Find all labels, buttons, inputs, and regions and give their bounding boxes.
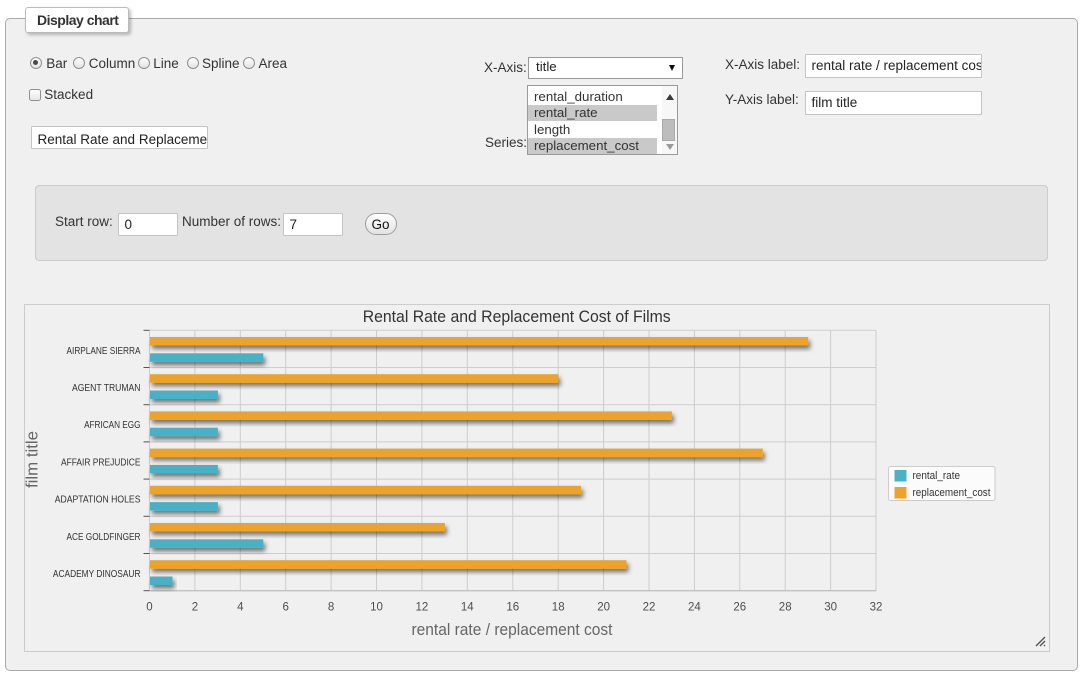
svg-text:rental_rate: rental_rate [913, 470, 961, 482]
svg-text:ACE GOLDFINGER: ACE GOLDFINGER [67, 532, 141, 543]
svg-text:AFRICAN EGG: AFRICAN EGG [84, 420, 141, 431]
svg-text:rental rate / replacement cost: rental rate / replacement cost [412, 621, 613, 639]
svg-text:12: 12 [416, 602, 429, 614]
svg-text:0: 0 [146, 602, 152, 614]
svg-text:10: 10 [370, 602, 383, 614]
svg-text:32: 32 [870, 602, 883, 614]
svg-text:18: 18 [552, 602, 565, 614]
svg-text:2: 2 [192, 602, 198, 614]
svg-text:20: 20 [597, 602, 610, 614]
svg-text:16: 16 [506, 602, 519, 614]
svg-text:replacement_cost: replacement_cost [913, 487, 991, 499]
svg-text:14: 14 [461, 602, 474, 614]
svg-text:22: 22 [643, 602, 656, 614]
svg-text:26: 26 [733, 602, 746, 614]
svg-text:28: 28 [779, 602, 792, 614]
svg-text:8: 8 [328, 602, 334, 614]
svg-text:4: 4 [237, 602, 244, 614]
svg-text:AFFAIR PREJUDICE: AFFAIR PREJUDICE [61, 457, 141, 468]
svg-text:6: 6 [282, 602, 288, 614]
svg-text:30: 30 [824, 602, 837, 614]
svg-text:ADAPTATION HOLES: ADAPTATION HOLES [55, 495, 141, 506]
svg-text:24: 24 [688, 602, 701, 614]
svg-text:AIRPLANE SIERRA: AIRPLANE SIERRA [67, 346, 141, 357]
svg-text:AGENT TRUMAN: AGENT TRUMAN [72, 383, 141, 394]
svg-text:film title: film title [24, 431, 42, 488]
svg-text:Rental Rate and Replacement Co: Rental Rate and Replacement Cost of Film… [363, 307, 671, 326]
svg-text:ACADEMY DINOSAUR: ACADEMY DINOSAUR [53, 569, 141, 580]
